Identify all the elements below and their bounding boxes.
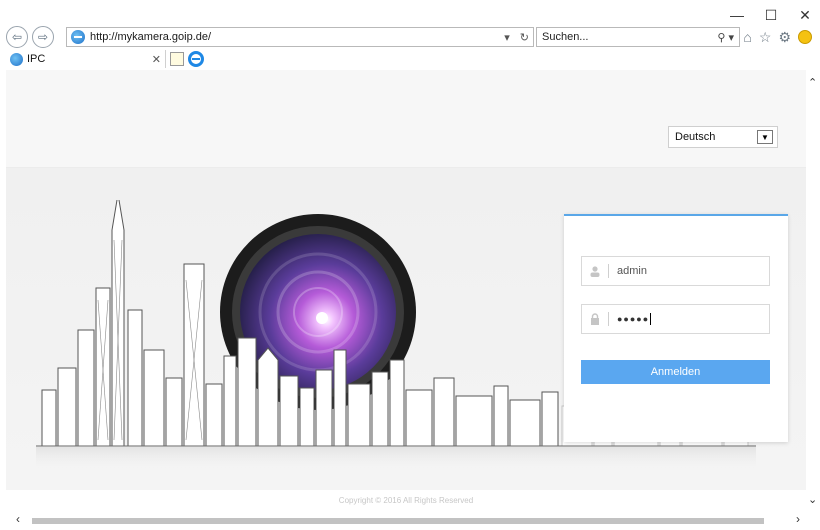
home-icon[interactable]: ⌂ bbox=[743, 29, 751, 45]
site-ie-icon bbox=[71, 30, 85, 44]
footer-copyright: Copyright © 2016 All Rights Reserved bbox=[338, 496, 474, 505]
tab-bar: IPC ✕ bbox=[6, 50, 820, 68]
scroll-thumb[interactable] bbox=[32, 518, 764, 524]
new-tab-icon[interactable] bbox=[170, 52, 184, 66]
tab-ie-icon bbox=[10, 52, 23, 66]
back-arrow-icon: ⇦ bbox=[11, 30, 23, 44]
dropdown-arrow-icon[interactable]: ▾ bbox=[504, 31, 510, 44]
scroll-down-icon[interactable]: ⌄ bbox=[808, 493, 817, 506]
search-icon[interactable]: ⚲ ▾ bbox=[717, 31, 734, 44]
toolbar-icons: ⌂ ☆ ⚙ bbox=[743, 29, 812, 46]
password-value[interactable]: ●●●●● bbox=[617, 314, 649, 324]
horizontal-scrollbar[interactable]: ‹ › bbox=[6, 512, 806, 526]
page-header: Deutsch ▼ bbox=[6, 70, 806, 168]
tab-title: IPC bbox=[27, 53, 46, 65]
feedback-smiley-icon[interactable] bbox=[798, 30, 812, 44]
password-field[interactable]: ●●●●● bbox=[581, 304, 770, 334]
window-controls: — ☐ ✕ bbox=[730, 6, 812, 24]
search-placeholder[interactable]: Suchen... bbox=[542, 31, 717, 43]
username-value[interactable]: admin bbox=[617, 265, 647, 277]
ie-logo-icon[interactable] bbox=[188, 51, 204, 67]
scroll-left-icon[interactable]: ‹ bbox=[16, 512, 20, 526]
maximize-icon[interactable]: ☐ bbox=[764, 6, 778, 24]
refresh-icon[interactable]: ↻ bbox=[520, 31, 529, 44]
back-button[interactable]: ⇦ bbox=[6, 26, 28, 48]
tab-close-icon[interactable]: ✕ bbox=[152, 53, 161, 66]
settings-gear-icon[interactable]: ⚙ bbox=[778, 29, 791, 46]
login-button[interactable]: Anmelden bbox=[581, 360, 770, 384]
login-panel: admin ●●●●● Anmelden bbox=[564, 214, 788, 442]
scroll-up-icon[interactable]: ⌃ bbox=[808, 76, 817, 89]
address-url[interactable]: http://mykamera.goip.de/ bbox=[90, 31, 504, 43]
forward-arrow-icon: ⇨ bbox=[37, 30, 49, 44]
username-field[interactable]: admin bbox=[581, 256, 770, 286]
tab-ipc[interactable]: IPC ✕ bbox=[6, 50, 166, 68]
forward-button[interactable]: ⇨ bbox=[32, 26, 54, 48]
vertical-scrollbar[interactable]: ⌃ ⌄ bbox=[806, 70, 820, 510]
address-bar[interactable]: http://mykamera.goip.de/ ▾ ↻ bbox=[66, 27, 534, 47]
language-select[interactable]: Deutsch ▼ bbox=[668, 126, 778, 148]
navigation-bar: ⇦ ⇨ http://mykamera.goip.de/ ▾ ↻ Suchen.… bbox=[6, 26, 814, 48]
favorites-star-icon[interactable]: ☆ bbox=[759, 29, 772, 46]
minimize-icon[interactable]: — bbox=[730, 6, 744, 24]
scroll-right-icon[interactable]: › bbox=[796, 512, 800, 526]
page-viewport: Deutsch ▼ admin ●●●●● Anmelden Copyright… bbox=[6, 70, 806, 510]
search-box[interactable]: Suchen... ⚲ ▾ bbox=[536, 27, 740, 47]
chevron-down-icon[interactable]: ▼ bbox=[757, 130, 773, 144]
language-value: Deutsch bbox=[675, 131, 716, 143]
close-icon[interactable]: ✕ bbox=[798, 6, 812, 24]
lock-icon bbox=[582, 305, 608, 333]
user-icon bbox=[582, 257, 608, 285]
